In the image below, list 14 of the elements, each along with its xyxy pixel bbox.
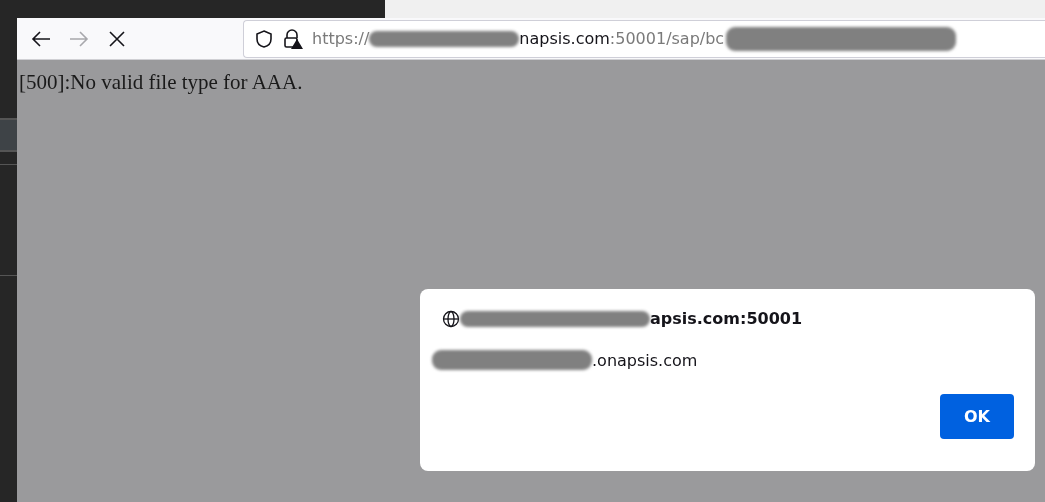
dialog-message: .onapsis.com	[592, 350, 698, 370]
url-scheme: https://	[312, 29, 370, 48]
shield-icon[interactable]	[254, 28, 274, 49]
lock-warning-icon[interactable]	[282, 27, 304, 50]
address-bar[interactable]: https:// napsis.com:50001/sap/bc	[243, 19, 1045, 58]
error-message: [500]:No valid file type for AAA.	[19, 70, 304, 95]
globe-icon	[442, 309, 460, 328]
ok-button[interactable]: OK	[940, 394, 1014, 439]
close-icon	[108, 29, 126, 48]
url-path: :50001/sap/bc	[609, 29, 725, 48]
url-domain: napsis.com	[519, 29, 610, 48]
dialog-origin: apsis.com:50001	[650, 309, 803, 328]
back-arrow-icon	[30, 29, 52, 48]
forward-arrow-icon	[68, 29, 90, 48]
